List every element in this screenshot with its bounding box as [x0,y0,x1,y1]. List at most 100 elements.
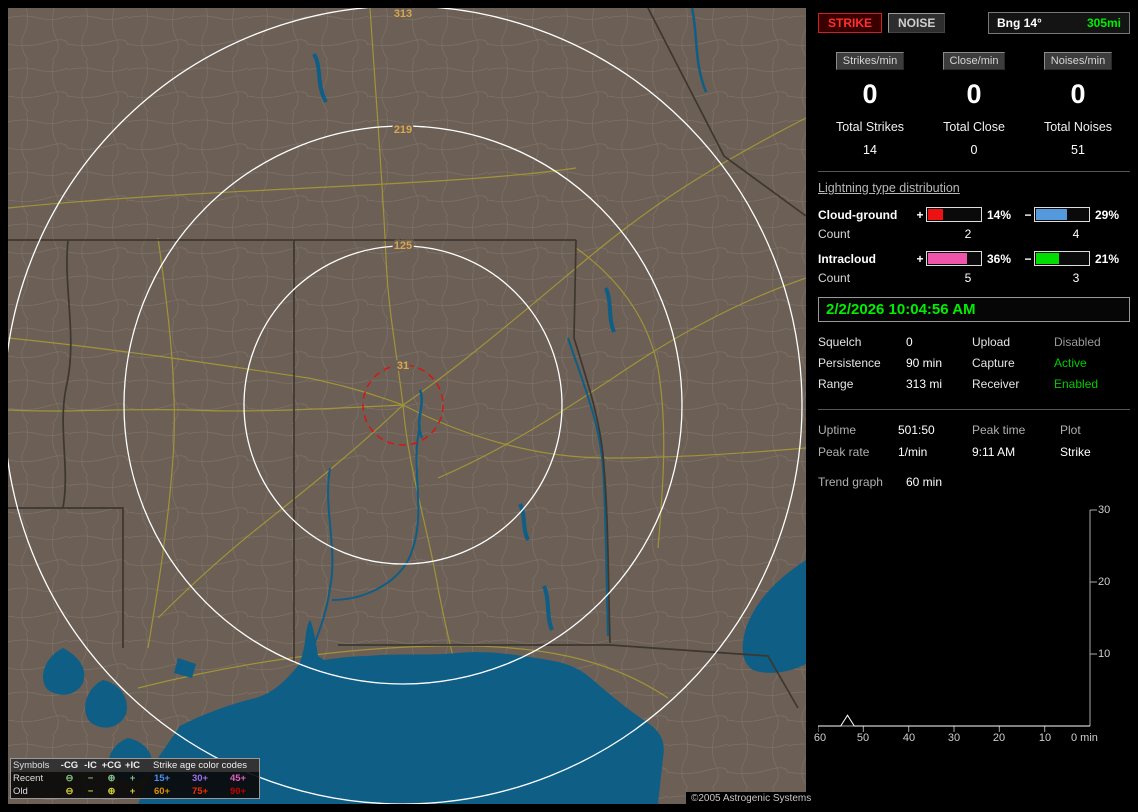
strikes-per-min-badge[interactable]: Strikes/min [835,52,905,70]
x-tick-20: 20 [992,732,1006,744]
squelch-label: Squelch [818,335,862,349]
plot-value: Strike [1060,445,1091,459]
ic-negative-count: 3 [1072,271,1080,285]
close-per-min-badge[interactable]: Close/min [942,52,1006,70]
legend-col-pos-cg: +CG [101,760,122,771]
ring-label-31: 31 [397,360,409,372]
cloud-ground-row: Cloud-ground + 14% − 29% [818,207,1130,222]
ic-positive-pct: 36% [987,251,1012,266]
neg-ic-recent-icon: − [87,773,94,784]
pos-ic-old-icon: + [129,786,136,797]
noise-mode-button[interactable]: NOISE [888,13,946,33]
trend-graph-label: Trend graph [818,475,883,489]
legend-col-neg-cg: -CG [60,760,79,771]
legend-col-pos-ic: +IC [124,760,141,771]
ring-label-313: 313 [394,8,412,20]
x-tick-10: 10 [1038,732,1052,744]
legend-symbols-header: Symbols [13,760,50,771]
neg-cg-recent-icon: ⊖ [65,773,74,784]
strikes-per-min-value: 0 [862,79,878,109]
upload-label: Upload [972,335,1011,349]
age-15: 15+ [153,773,171,784]
bearing-value: Bng 14° [997,16,1042,30]
chart-axes [818,509,1097,732]
ic-negative-pct: 21% [1095,251,1120,266]
separator [818,409,1130,410]
age-30: 30+ [191,773,209,784]
separator [818,171,1130,172]
distribution-title: Lightning type distribution [818,181,960,195]
cg-negative-count: 4 [1072,227,1080,241]
trend-window-value: 60 min [906,475,943,489]
intracloud-count-row: Count 5 3 [818,271,1130,285]
total-noises-value: 51 [1071,143,1085,157]
lightning-map[interactable]: 313 219 125 31 [8,8,806,804]
x-tick-40: 40 [902,732,916,744]
range-label: Range [818,377,854,391]
total-close-label: Total Close [943,120,1005,134]
mode-row: STRIKE NOISE Bng 14° 305mi [818,12,1130,34]
total-noises-label: Total Noises [1043,120,1113,134]
noises-per-min-column: Noises/min 0 Total Noises 51 [1026,52,1130,157]
y-tick-20: 20 [1098,576,1111,588]
ic-positive-count: 5 [964,271,972,285]
pos-cg-recent-icon: ⊕ [107,773,116,784]
x-tick-50: 50 [856,732,870,744]
squelch-value: 0 [906,335,913,349]
strike-rate-series [818,714,1090,727]
status-grid: Uptime 501:50 Peak time Plot Peak rate 1… [818,419,1130,463]
map-container: 313 219 125 31 Symbols -CG -IC +CG +IC S… [8,8,806,804]
minus-sign: − [1024,251,1032,266]
peak-rate-label: Peak rate [818,445,870,459]
cg-positive-pct: 14% [987,207,1012,222]
count-label: Count [818,227,851,241]
peak-rate-value: 1/min [898,445,928,459]
age-45: 45+ [229,773,247,784]
receiver-label: Receiver [972,377,1020,391]
x-axis-end-label: 0 min [1071,732,1098,744]
total-strikes-label: Total Strikes [835,120,905,134]
trend-plot-canvas [818,509,1097,732]
count-label: Count [818,271,851,285]
plus-sign: + [916,251,924,266]
side-panel: STRIKE NOISE Bng 14° 305mi Strikes/min 0… [814,8,1130,804]
total-close-value: 0 [970,143,978,157]
legend-recent-row: Recent ⊖ − ⊕ + 15+ 30+ 45+ [11,772,259,785]
age-90: 90+ [229,786,247,797]
close-per-min-column: Close/min 0 Total Close 0 [922,52,1026,157]
peak-time-label: Peak time [972,423,1026,437]
persistence-value: 90 min [906,356,943,370]
uptime-value: 501:50 [898,423,935,437]
pos-ic-recent-icon: + [129,773,136,784]
cloud-ground-count-row: Count 2 4 [818,227,1130,241]
ring-label-125: 125 [394,240,412,252]
noises-per-min-value: 0 [1070,79,1086,109]
intracloud-row: Intracloud + 36% − 21% [818,251,1130,266]
plot-label: Plot [1060,423,1081,437]
copyright-notice: ©2005 Astrogenic Systems [686,792,817,805]
capture-label: Capture [972,356,1015,370]
strike-mode-button[interactable]: STRIKE [818,13,883,33]
minus-sign: − [1024,207,1032,222]
y-tick-30: 30 [1098,504,1111,516]
intracloud-label: Intracloud [818,251,877,266]
bearing-distance: 305mi [1086,16,1121,30]
close-per-min-value: 0 [966,79,982,109]
uptime-label: Uptime [818,423,857,437]
settings-grid: Squelch 0 Upload Disabled Persistence 90… [818,332,1130,395]
age-60: 60+ [153,786,171,797]
noises-per-min-badge[interactable]: Noises/min [1043,52,1113,70]
neg-cg-old-icon: ⊖ [65,786,74,797]
cloud-ground-label: Cloud-ground [818,207,898,222]
trend-chart: 60 50 40 30 20 10 0 min 30 20 10 [814,504,1130,766]
legend-recent-label: Recent [13,773,44,784]
capture-status: Active [1054,356,1087,370]
rate-stats: Strikes/min 0 Total Strikes 14 Close/min… [818,52,1130,157]
legend-age-header: Strike age color codes [153,760,247,771]
bearing-readout: Bng 14° 305mi [988,12,1130,34]
total-strikes-value: 14 [863,143,877,157]
legend-header-row: Symbols -CG -IC +CG +IC Strike age color… [11,759,259,772]
range-value: 313 mi [906,377,943,391]
strikes-per-min-column: Strikes/min 0 Total Strikes 14 [818,52,922,157]
y-tick-10: 10 [1098,648,1111,660]
